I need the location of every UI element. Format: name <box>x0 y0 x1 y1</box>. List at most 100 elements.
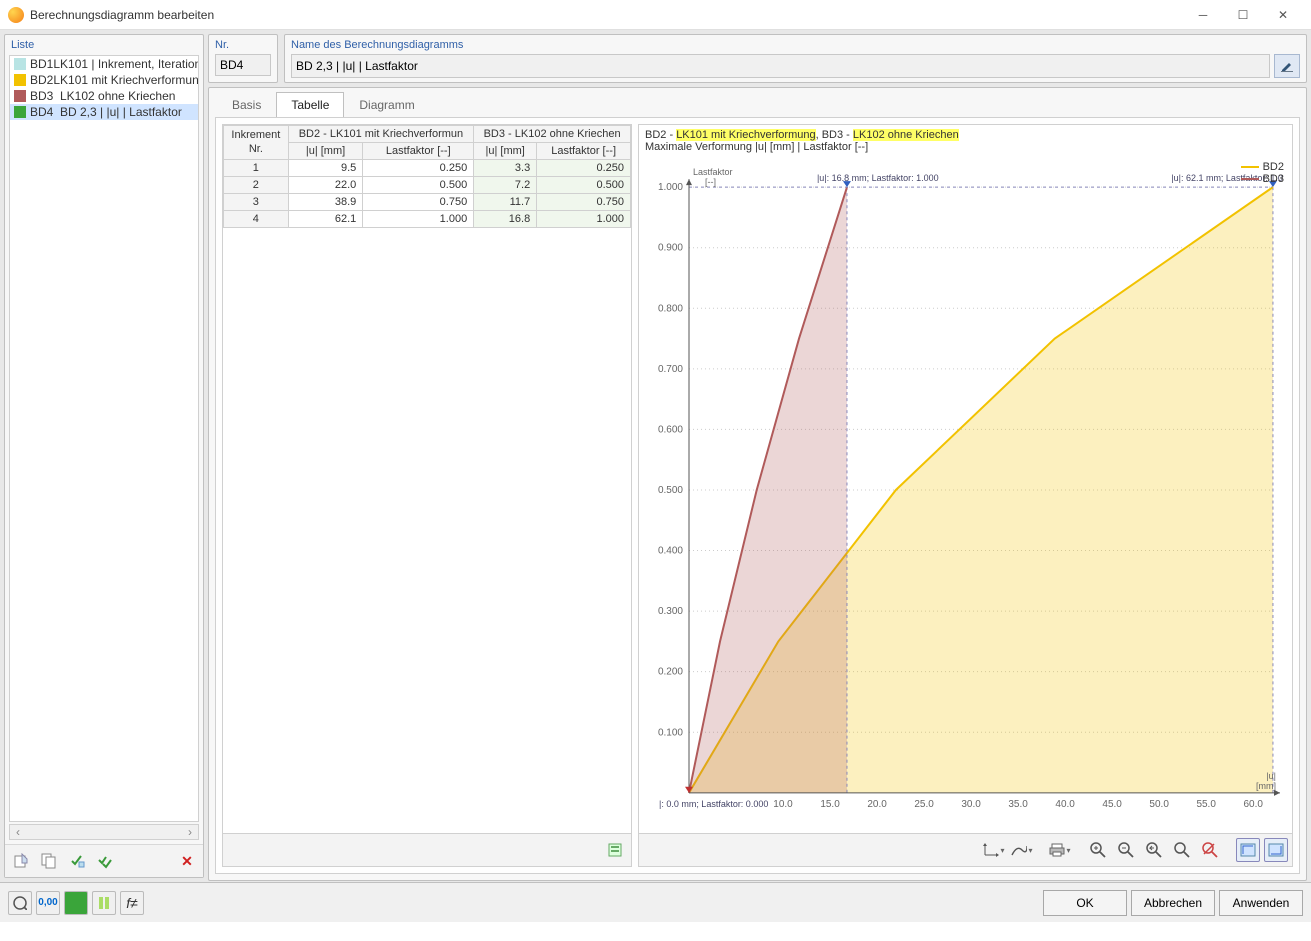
hscrollbar[interactable]: ‹ › <box>9 824 199 840</box>
chart-area[interactable]: 0.1000.2000.3000.4000.5000.6000.7000.800… <box>639 157 1292 833</box>
maximize-button[interactable]: ☐ <box>1223 1 1263 29</box>
diagram-list[interactable]: BD1 LK101 | Inkrement, Iteration | BD2 L… <box>9 55 199 822</box>
axes-button[interactable]: ▾ <box>982 838 1006 862</box>
svg-text:15.0: 15.0 <box>820 799 840 810</box>
nr-box: Nr. <box>208 34 278 83</box>
table-row[interactable]: 2 22.00.500 7.20.500 <box>224 177 631 194</box>
cancel-button[interactable]: Abbrechen <box>1131 890 1215 916</box>
sidebar-panel: Liste BD1 LK101 | Inkrement, Iteration |… <box>4 34 204 878</box>
chart-legend: BD2BD3 <box>1241 161 1284 185</box>
tab-body: Inkrement Nr. BD2 - LK101 mit Kriechverf… <box>215 117 1300 874</box>
copy-button[interactable] <box>37 849 61 873</box>
list-item-id: BD2 <box>30 73 53 87</box>
svg-text:20.0: 20.0 <box>867 799 887 810</box>
name-label: Name des Berechnungsdiagramms <box>291 39 1300 51</box>
table-row[interactable]: 3 38.90.750 11.70.750 <box>224 194 631 211</box>
table-column: Inkrement Nr. BD2 - LK101 mit Kriechverf… <box>222 124 632 867</box>
zoom-fit-button[interactable] <box>1170 838 1194 862</box>
list-item[interactable]: BD1 LK101 | Inkrement, Iteration | <box>10 56 198 72</box>
th-group2: BD3 - LK102 ohne Kriechen <box>474 126 631 143</box>
svg-text:0.900: 0.900 <box>658 243 683 254</box>
nr-input[interactable] <box>215 54 271 76</box>
table-row[interactable]: 1 9.50.250 3.30.250 <box>224 160 631 177</box>
svg-text:0.600: 0.600 <box>658 424 683 435</box>
view-mode-2-button[interactable] <box>1264 838 1288 862</box>
help-button[interactable] <box>8 891 32 915</box>
svg-text:0.400: 0.400 <box>658 546 683 557</box>
color-chip <box>14 90 26 102</box>
check-all-button[interactable] <box>93 849 117 873</box>
svg-text:|u|: |u| <box>1266 771 1276 781</box>
data-table[interactable]: Inkrement Nr. BD2 - LK101 mit Kriechverf… <box>223 125 631 228</box>
titlebar: Berechnungsdiagramm bearbeiten ─ ☐ ✕ <box>0 0 1311 30</box>
tab[interactable]: Tabelle <box>276 92 344 117</box>
export-table-button[interactable] <box>603 838 627 862</box>
th-group1: BD2 - LK101 mit Kriechverformun <box>288 126 473 143</box>
app-icon <box>8 7 24 23</box>
svg-text:[mm]: [mm] <box>1256 781 1276 791</box>
color-chip <box>14 58 26 70</box>
svg-text:0.100: 0.100 <box>658 727 683 738</box>
svg-text:40.0: 40.0 <box>1055 799 1075 810</box>
close-button[interactable]: ✕ <box>1263 1 1303 29</box>
chart-toolbar: ▾ ▾ ▾ <box>639 833 1292 866</box>
svg-text:50.0: 50.0 <box>1149 799 1169 810</box>
curve-style-button[interactable]: ▾ <box>1010 838 1034 862</box>
th-inc1: Inkrement <box>231 129 280 141</box>
th-bd3-u: |u| [mm] <box>474 143 537 160</box>
chart-subtitle: Maximale Verformung |u| [mm] | Lastfakto… <box>645 141 868 153</box>
zoom-out-button[interactable] <box>1114 838 1138 862</box>
apply-button[interactable]: Anwenden <box>1219 890 1303 916</box>
list-item-id: BD3 <box>30 89 60 103</box>
tab[interactable]: Basis <box>217 92 276 117</box>
list-item[interactable]: BD2 LK101 mit Kriechverformung <box>10 72 198 88</box>
svg-text:60.0: 60.0 <box>1243 799 1263 810</box>
legend-item: BD2 <box>1241 161 1284 173</box>
zoom-prev-button[interactable] <box>1142 838 1166 862</box>
new-button[interactable] <box>9 849 33 873</box>
svg-text:|u|: 16.8 mm; Lastfaktor: 1.00: |u|: 16.8 mm; Lastfaktor: 1.000 <box>817 173 939 183</box>
edit-name-button[interactable] <box>1274 54 1300 78</box>
print-button[interactable]: ▾ <box>1048 838 1072 862</box>
tab[interactable]: Diagramm <box>344 92 429 117</box>
svg-text:0.800: 0.800 <box>658 303 683 314</box>
color-toggle-button[interactable] <box>64 891 88 915</box>
list-item[interactable]: BD3 LK102 ohne Kriechen <box>10 88 198 104</box>
svg-text:45.0: 45.0 <box>1102 799 1122 810</box>
minimize-button[interactable]: ─ <box>1183 1 1223 29</box>
ok-button[interactable]: OK <box>1043 890 1127 916</box>
pencil-icon <box>1280 59 1294 73</box>
svg-text:Lastfaktor: Lastfaktor <box>693 167 733 177</box>
list-item-label: LK101 | Inkrement, Iteration | <box>53 57 199 71</box>
dialog-footer: 0,00 f≠ OK Abbrechen Anwenden <box>0 882 1311 922</box>
list-item-label: LK101 mit Kriechverformung <box>53 73 199 87</box>
chart-column: BD2 - LK101 mit Kriechverformung, BD3 - … <box>638 124 1293 867</box>
check-single-button[interactable] <box>65 849 89 873</box>
svg-text:0.700: 0.700 <box>658 364 683 375</box>
name-input[interactable] <box>291 54 1270 78</box>
function-button[interactable]: f≠ <box>120 891 144 915</box>
nr-label: Nr. <box>215 39 271 51</box>
table-row[interactable]: 4 62.11.000 16.81.000 <box>224 211 631 228</box>
legend-item: BD3 <box>1241 173 1284 185</box>
scroll-left-icon[interactable]: ‹ <box>10 825 26 839</box>
color-chip <box>14 74 26 86</box>
tabs-panel: BasisTabelleDiagramm Inkrement Nr. <box>208 87 1307 881</box>
tab-bar: BasisTabelleDiagramm <box>209 88 1306 117</box>
svg-text:10.0: 10.0 <box>773 799 793 810</box>
list-item-label: BD 2,3 | |u| | Lastfaktor <box>60 105 182 119</box>
scroll-right-icon[interactable]: › <box>182 825 198 839</box>
layers-button[interactable] <box>92 891 116 915</box>
th-inc2: Nr. <box>249 143 263 155</box>
header-row: Nr. Name des Berechnungsdiagramms <box>208 34 1307 83</box>
th-bd3-lf: Lastfaktor [--] <box>537 143 631 160</box>
view-mode-1-button[interactable] <box>1236 838 1260 862</box>
zoom-off-button[interactable] <box>1198 838 1222 862</box>
svg-text:35.0: 35.0 <box>1008 799 1028 810</box>
svg-text:|: 0.0 mm; Lastfaktor: 0.000: |: 0.0 mm; Lastfaktor: 0.000 <box>659 799 768 809</box>
sidebar-toolbar: ✕ <box>5 844 203 877</box>
list-item[interactable]: BD4 BD 2,3 | |u| | Lastfaktor <box>10 104 198 120</box>
delete-button[interactable]: ✕ <box>175 849 199 873</box>
units-button[interactable]: 0,00 <box>36 891 60 915</box>
zoom-in-button[interactable] <box>1086 838 1110 862</box>
